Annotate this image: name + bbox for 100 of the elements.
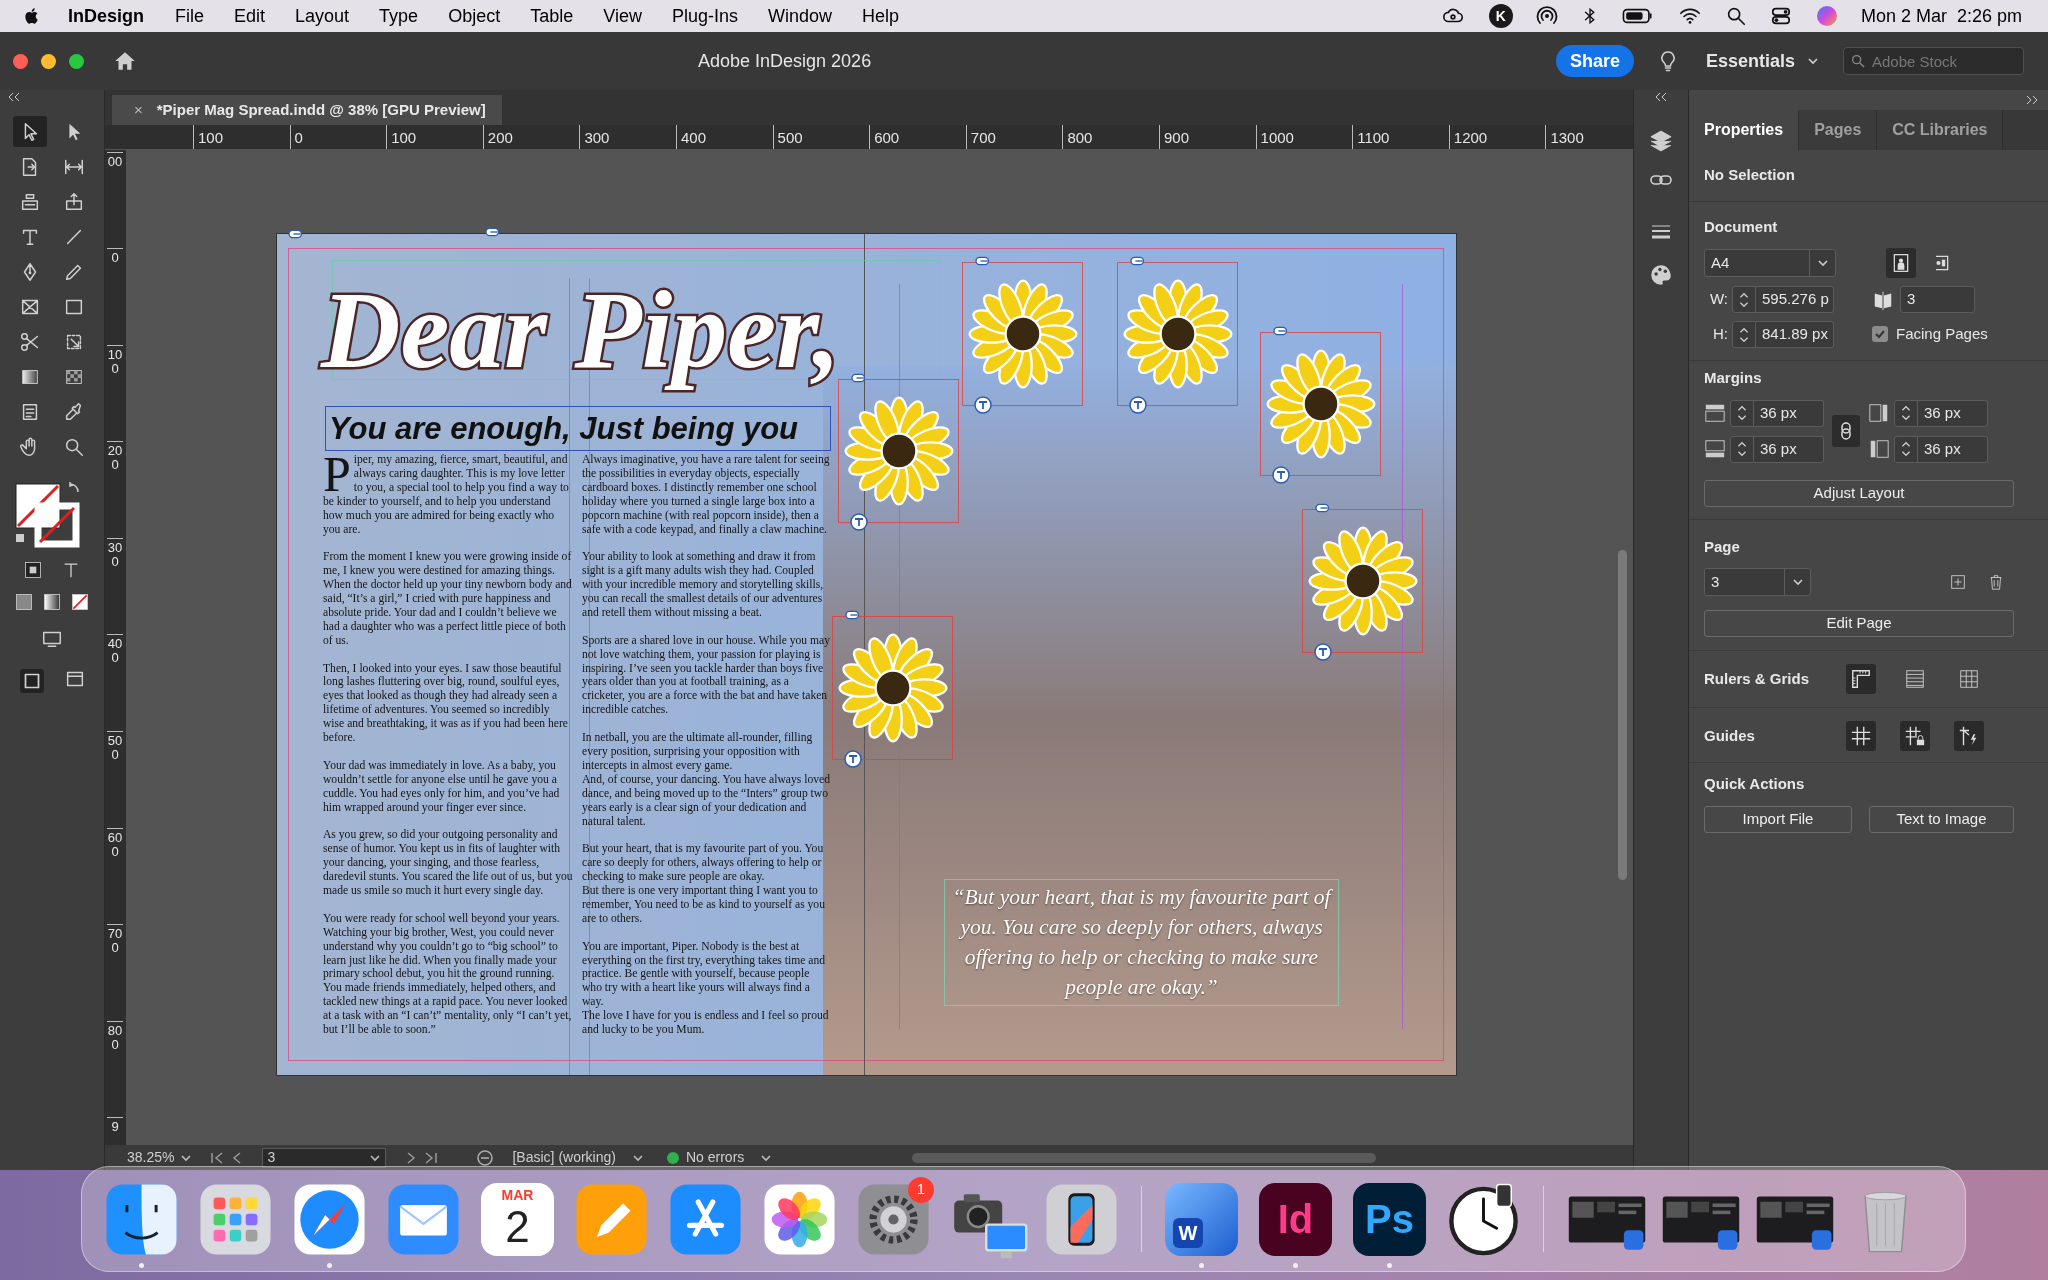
margin-field[interactable]: 36 px	[1754, 399, 1824, 427]
flower-app-icon[interactable]	[763, 1182, 836, 1256]
zoom-level[interactable]: 38.25%	[127, 1147, 175, 1168]
graphic-frame[interactable]	[1302, 509, 1423, 653]
scrollbar-thumb[interactable]	[1618, 550, 1627, 880]
zoom-window-button[interactable]	[69, 53, 84, 69]
face-app-icon[interactable]	[105, 1182, 178, 1256]
menu-item[interactable]: View	[603, 2, 642, 30]
tool-button[interactable]	[13, 116, 47, 147]
compass-icon[interactable]	[293, 1182, 366, 1256]
action-button[interactable]: Import File	[1704, 805, 1852, 833]
container-icon[interactable]	[23, 560, 43, 580]
minimize-window-button[interactable]	[41, 53, 56, 69]
close-tab-button[interactable]: ×	[134, 98, 143, 122]
stepper-button[interactable]	[1894, 399, 1918, 427]
app-icon[interactable]: Ps	[1353, 1182, 1426, 1256]
none-swatch-icon[interactable]	[70, 592, 90, 612]
document-tab[interactable]: × *Piper Mag Spread.indd @ 38% [GPU Preview]	[112, 95, 502, 125]
pages-field[interactable]: 3	[1900, 286, 1975, 313]
app-grid-icon[interactable]	[199, 1182, 272, 1256]
menu-item[interactable]: Plug-Ins	[671, 2, 738, 30]
page-dropdown[interactable]: 3	[1704, 568, 1811, 596]
graphic-frame[interactable]	[1117, 262, 1238, 406]
frame-marker-icon[interactable]	[1314, 643, 1332, 661]
menu-item[interactable]: Window	[767, 2, 832, 30]
edit-page-button[interactable]: Edit Page	[1704, 610, 2014, 637]
collapse-icon[interactable]	[8, 92, 20, 102]
collapse-icon[interactable]	[1655, 92, 1667, 102]
phone-icon[interactable]	[1045, 1182, 1118, 1256]
margin-field[interactable]: 36 px	[1754, 435, 1824, 463]
menu-item[interactable]: Object	[448, 2, 501, 30]
battery-icon[interactable]	[1620, 6, 1655, 26]
menu-item[interactable]: Type	[379, 2, 419, 30]
menu-item[interactable]: Edit	[234, 2, 266, 30]
app-menu[interactable]: InDesign	[68, 2, 144, 30]
frame-marker-icon[interactable]	[974, 396, 992, 414]
width-field[interactable]: 595.276 p	[1756, 286, 1834, 313]
stock-search-field[interactable]: Adobe Stock	[1843, 47, 2024, 75]
page-number-field[interactable]: 3	[262, 1147, 387, 1168]
k-status-icon[interactable]: K	[1488, 4, 1513, 28]
gear-icon[interactable]	[857, 1182, 930, 1256]
panel-tab[interactable]: Properties	[1689, 110, 1800, 150]
frame-marker-icon[interactable]	[1272, 466, 1290, 484]
graphic-frame[interactable]	[962, 262, 1083, 406]
collapse-icon[interactable]	[2026, 95, 2038, 105]
pencil-app-icon[interactable]	[575, 1182, 648, 1256]
share-button[interactable]: Share	[1555, 45, 1634, 77]
caret-icon[interactable]	[1807, 55, 1819, 67]
height-field[interactable]: 841.89 px	[1756, 321, 1834, 348]
adjust-layout-button[interactable]: Adjust Layout	[1704, 479, 2014, 507]
margin-field[interactable]: 36 px	[1918, 435, 1988, 463]
stepper-arrows-icon[interactable]	[1736, 404, 1748, 422]
normal-view-icon[interactable]	[18, 668, 46, 694]
preflight-icon[interactable]	[476, 1148, 495, 1167]
menu-item[interactable]: File	[175, 2, 205, 30]
page-size-dropdown[interactable]: A4	[1704, 249, 1836, 277]
margin-field[interactable]: 36 px	[1918, 399, 1988, 427]
preflight-profile[interactable]: [Basic] (working)	[512, 1147, 616, 1168]
workspace-menu[interactable]: Essentials	[1705, 47, 1795, 75]
toggle-button[interactable]	[1846, 664, 1876, 694]
graphic-frame[interactable]	[832, 616, 953, 760]
stepper-arrows-icon[interactable]	[1900, 440, 1912, 458]
toggle-button[interactable]	[1954, 721, 1984, 751]
menu-item[interactable]: Layout	[295, 2, 350, 30]
graphic-frame[interactable]	[1260, 332, 1381, 476]
color-icon[interactable]	[14, 592, 34, 612]
graphic-frame[interactable]	[838, 379, 959, 523]
stepper-arrows-icon[interactable]	[1738, 325, 1750, 344]
stepper-button[interactable]	[1732, 286, 1756, 313]
envelope-icon[interactable]	[387, 1182, 460, 1256]
caret-icon[interactable]	[1791, 576, 1804, 588]
menu-item[interactable]: Help	[862, 2, 899, 30]
frame-marker-icon[interactable]	[844, 750, 862, 768]
stepper-arrows-icon[interactable]	[1900, 404, 1912, 422]
scrollbar-thumb[interactable]	[912, 1152, 1377, 1163]
calendar-icon[interactable]: MAR 2	[481, 1182, 554, 1256]
stepper-button[interactable]	[1730, 399, 1754, 427]
stepper-button[interactable]	[1732, 321, 1756, 348]
siri-icon[interactable]	[1814, 4, 1839, 28]
stepper-button[interactable]	[1730, 435, 1754, 463]
caret-icon[interactable]	[1816, 257, 1829, 269]
orientation-button[interactable]	[1886, 248, 1916, 278]
close-window-button[interactable]	[13, 53, 28, 69]
facing-pages-checkbox[interactable]	[1872, 326, 1888, 343]
frame-marker-icon[interactable]	[850, 513, 868, 531]
stepper-arrows-icon[interactable]	[1736, 440, 1748, 458]
frame-marker-icon[interactable]	[1129, 396, 1147, 414]
toggle-button[interactable]	[1900, 721, 1930, 751]
link-margins-button[interactable]	[1832, 415, 1860, 447]
preflight-status[interactable]: No errors	[685, 1147, 745, 1168]
clock-icon[interactable]	[1447, 1182, 1520, 1256]
action-button[interactable]: Text to Image	[1869, 805, 2014, 833]
menu-item[interactable]: Table	[530, 2, 574, 30]
add-page-icon[interactable]	[1949, 573, 1967, 591]
toggle-button[interactable]	[1846, 721, 1876, 751]
gradient-swatch-icon[interactable]	[42, 592, 62, 612]
app-store-icon[interactable]	[669, 1182, 742, 1256]
stepper-arrows-icon[interactable]	[1738, 290, 1750, 309]
app-icon[interactable]: Id	[1259, 1182, 1332, 1256]
stepper-button[interactable]	[1894, 435, 1918, 463]
